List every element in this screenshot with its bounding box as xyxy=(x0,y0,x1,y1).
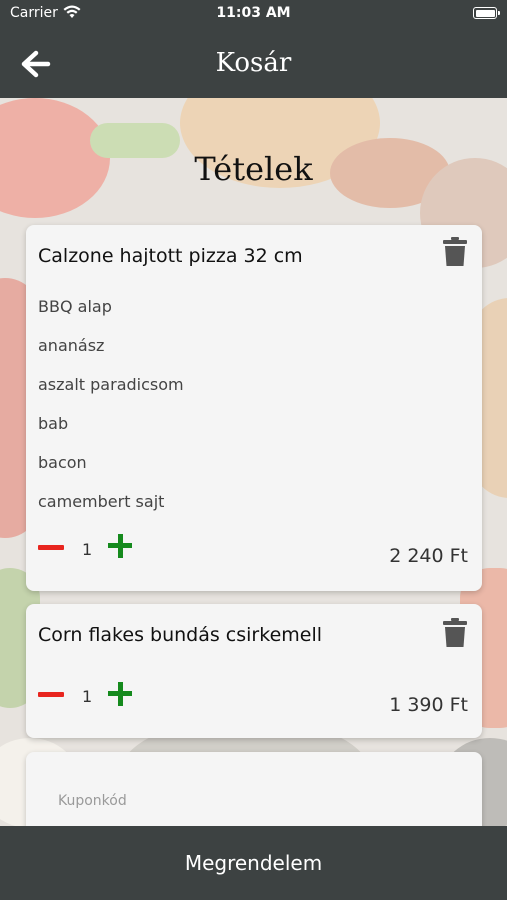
battery-icon xyxy=(473,7,500,19)
section-title: Tételek xyxy=(194,150,313,188)
trash-icon[interactable] xyxy=(442,618,468,648)
topping-item: aszalt paradicsom xyxy=(38,375,184,394)
coupon-code-input[interactable] xyxy=(56,788,460,814)
increase-quantity-button[interactable] xyxy=(108,534,132,558)
decrease-quantity-button[interactable] xyxy=(38,535,64,561)
place-order-button[interactable]: Megrendelem xyxy=(0,826,507,900)
increase-quantity-button[interactable] xyxy=(108,682,132,706)
quantity-value: 1 xyxy=(82,540,93,559)
place-order-label: Megrendelem xyxy=(184,851,323,875)
cart-item-card: Calzone hajtott pizza 32 cm BBQ alap ana… xyxy=(26,225,482,591)
topping-item: bab xyxy=(38,414,69,433)
topping-item: BBQ alap xyxy=(38,297,112,316)
item-price: 2 240 Ft xyxy=(389,545,468,567)
cart-item-card: Corn flakes bundás csirkemell 1 1 390 Ft xyxy=(26,604,482,738)
item-name: Calzone hajtott pizza 32 cm xyxy=(38,245,303,267)
topping-item: camembert sajt xyxy=(38,492,165,511)
clock: 11:03 AM xyxy=(216,5,291,21)
item-name: Corn flakes bundás csirkemell xyxy=(38,624,323,646)
status-bar: Carrier 11:03 AM xyxy=(0,0,507,28)
item-price: 1 390 Ft xyxy=(389,694,468,716)
quantity-value: 1 xyxy=(82,687,93,706)
topping-item: bacon xyxy=(38,453,87,472)
decrease-quantity-button[interactable] xyxy=(38,682,64,708)
page-title: Kosár xyxy=(215,48,292,78)
topping-item: ananász xyxy=(38,336,105,355)
trash-icon[interactable] xyxy=(442,237,468,267)
navigation-bar: Kosár xyxy=(0,28,507,98)
